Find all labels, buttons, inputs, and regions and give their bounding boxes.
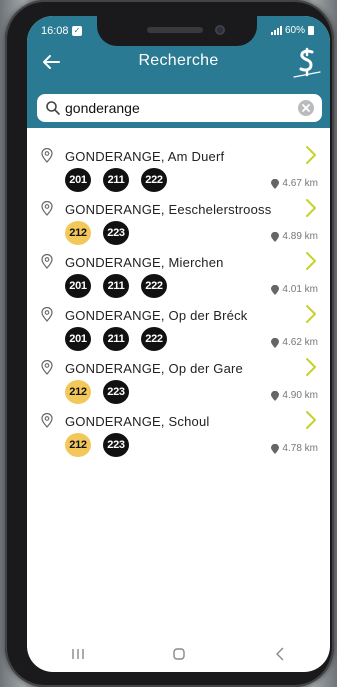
distance-label: 4.89 km: [282, 231, 318, 242]
android-nav-bar: [27, 636, 330, 672]
status-time: 16:08: [41, 25, 69, 37]
stop-name: GONDERANGE, Op der Bréck: [65, 308, 248, 323]
bus-line-badge: 211: [103, 327, 129, 351]
result-item[interactable]: GONDERANGE, Eeschelerstrooss 212 223 4.89 k…: [27, 197, 330, 250]
bus-lines: 212 223: [65, 221, 129, 245]
page-title: Recherche: [138, 52, 219, 69]
result-item[interactable]: GONDERANGE, Op der Gare 212 223 4.90 km: [27, 356, 330, 409]
bus-line-badge: 212: [65, 221, 91, 245]
distance-label: 4.78 km: [282, 443, 318, 454]
bus-line-badge: 222: [141, 327, 167, 351]
app-header: 16:08 ✓ 60% Recherche: [27, 16, 330, 128]
stop-name: GONDERANGE, Am Duerf: [65, 149, 225, 164]
bus-lines: 201 211 222: [65, 327, 167, 351]
front-camera: [215, 25, 225, 35]
location-pin-icon: [41, 413, 53, 428]
bus-line-badge: 223: [103, 433, 129, 457]
bus-line-badge: 222: [141, 274, 167, 298]
result-item[interactable]: GONDERANGE, Am Duerf 201 211 222 4.67 km: [27, 144, 330, 197]
stop-name: GONDERANGE, Schoul: [65, 414, 210, 429]
chevron-right-icon: [306, 358, 316, 376]
bus-line-badge: 223: [103, 221, 129, 245]
bus-line-badge: 211: [103, 168, 129, 192]
bus-line-badge: 222: [141, 168, 167, 192]
distance-info: 4.89 km: [271, 231, 318, 242]
status-indicators: 60%: [270, 25, 314, 36]
bus-line-badge: 201: [65, 274, 91, 298]
bus-lines: 201 211 222: [65, 274, 167, 298]
bus-line-badge: 212: [65, 380, 91, 404]
notification-icon: ✓: [72, 26, 82, 36]
search-input[interactable]: [65, 98, 295, 118]
bus-lines: 212 223: [65, 380, 129, 404]
bus-line-badge: 201: [65, 168, 91, 192]
phone-frame: 16:08 ✓ 60% Recherche gonderange GONDERA…: [5, 0, 334, 687]
clear-search-button[interactable]: [298, 100, 314, 116]
location-pin-icon: [41, 254, 53, 269]
location-pin-icon: [271, 390, 280, 401]
stop-name: GONDERANGE, Mierchen: [65, 255, 224, 270]
location-pin-icon: [41, 307, 53, 322]
chevron-right-icon: [306, 305, 316, 323]
stop-name: GONDERANGE, Op der Gare: [65, 361, 243, 376]
result-item[interactable]: GONDERANGE, Schoul 212 223 4.78 km: [27, 409, 330, 462]
app-screen: 16:08 ✓ 60% Recherche gonderange GONDERA…: [27, 16, 330, 672]
home-icon: [172, 648, 185, 660]
battery-icon: [308, 26, 314, 35]
battery-percent: 60%: [284, 25, 305, 36]
location-pin-icon: [271, 178, 280, 189]
location-pin-icon: [271, 231, 280, 242]
result-item[interactable]: GONDERANGE, Mierchen 201 211 222 4.01 km: [27, 250, 330, 303]
search-icon: [46, 101, 60, 115]
bus-lines: 212 223: [65, 433, 129, 457]
chevron-right-icon: [306, 411, 316, 429]
speaker-grille: [147, 27, 203, 33]
chevron-left-icon: [275, 647, 283, 661]
distance-info: 4.01 km: [271, 284, 318, 295]
distance-info: 4.67 km: [271, 178, 318, 189]
location-pin-icon: [41, 148, 53, 163]
distance-label: 4.62 km: [282, 337, 318, 348]
app-logo-icon: [292, 46, 322, 80]
bus-line-badge: 211: [103, 274, 129, 298]
distance-info: 4.62 km: [271, 337, 318, 348]
chevron-right-icon: [306, 252, 316, 270]
location-pin-icon: [271, 337, 280, 348]
location-pin-icon: [41, 201, 53, 216]
camera-notch: [97, 16, 257, 46]
location-pin-icon: [271, 443, 280, 454]
recent-apps-button[interactable]: [63, 644, 93, 664]
chevron-right-icon: [306, 146, 316, 164]
distance-info: 4.78 km: [271, 443, 318, 454]
distance-label: 4.67 km: [282, 178, 318, 189]
results-list: GONDERANGE, Am Duerf 201 211 222 4.67 km GOND…: [27, 144, 330, 462]
distance-label: 4.01 km: [282, 284, 318, 295]
bus-lines: 201 211 222: [65, 168, 167, 192]
recent-apps-icon: [71, 649, 84, 659]
bus-line-badge: 223: [103, 380, 129, 404]
close-icon: [302, 104, 310, 112]
distance-label: 4.90 km: [282, 390, 318, 401]
signal-icon: [270, 26, 282, 35]
location-pin-icon: [271, 284, 280, 295]
chevron-right-icon: [306, 199, 316, 217]
bus-line-badge: 201: [65, 327, 91, 351]
stop-name: GONDERANGE, Eeschelerstrooss: [65, 202, 272, 217]
search-bar: [37, 94, 322, 122]
back-nav-button[interactable]: [265, 644, 295, 664]
result-item[interactable]: GONDERANGE, Op der Bréck 201 211 222 4.62 km: [27, 303, 330, 356]
distance-info: 4.90 km: [271, 390, 318, 401]
bus-line-badge: 212: [65, 433, 91, 457]
home-button[interactable]: [164, 644, 194, 664]
location-pin-icon: [41, 360, 53, 375]
